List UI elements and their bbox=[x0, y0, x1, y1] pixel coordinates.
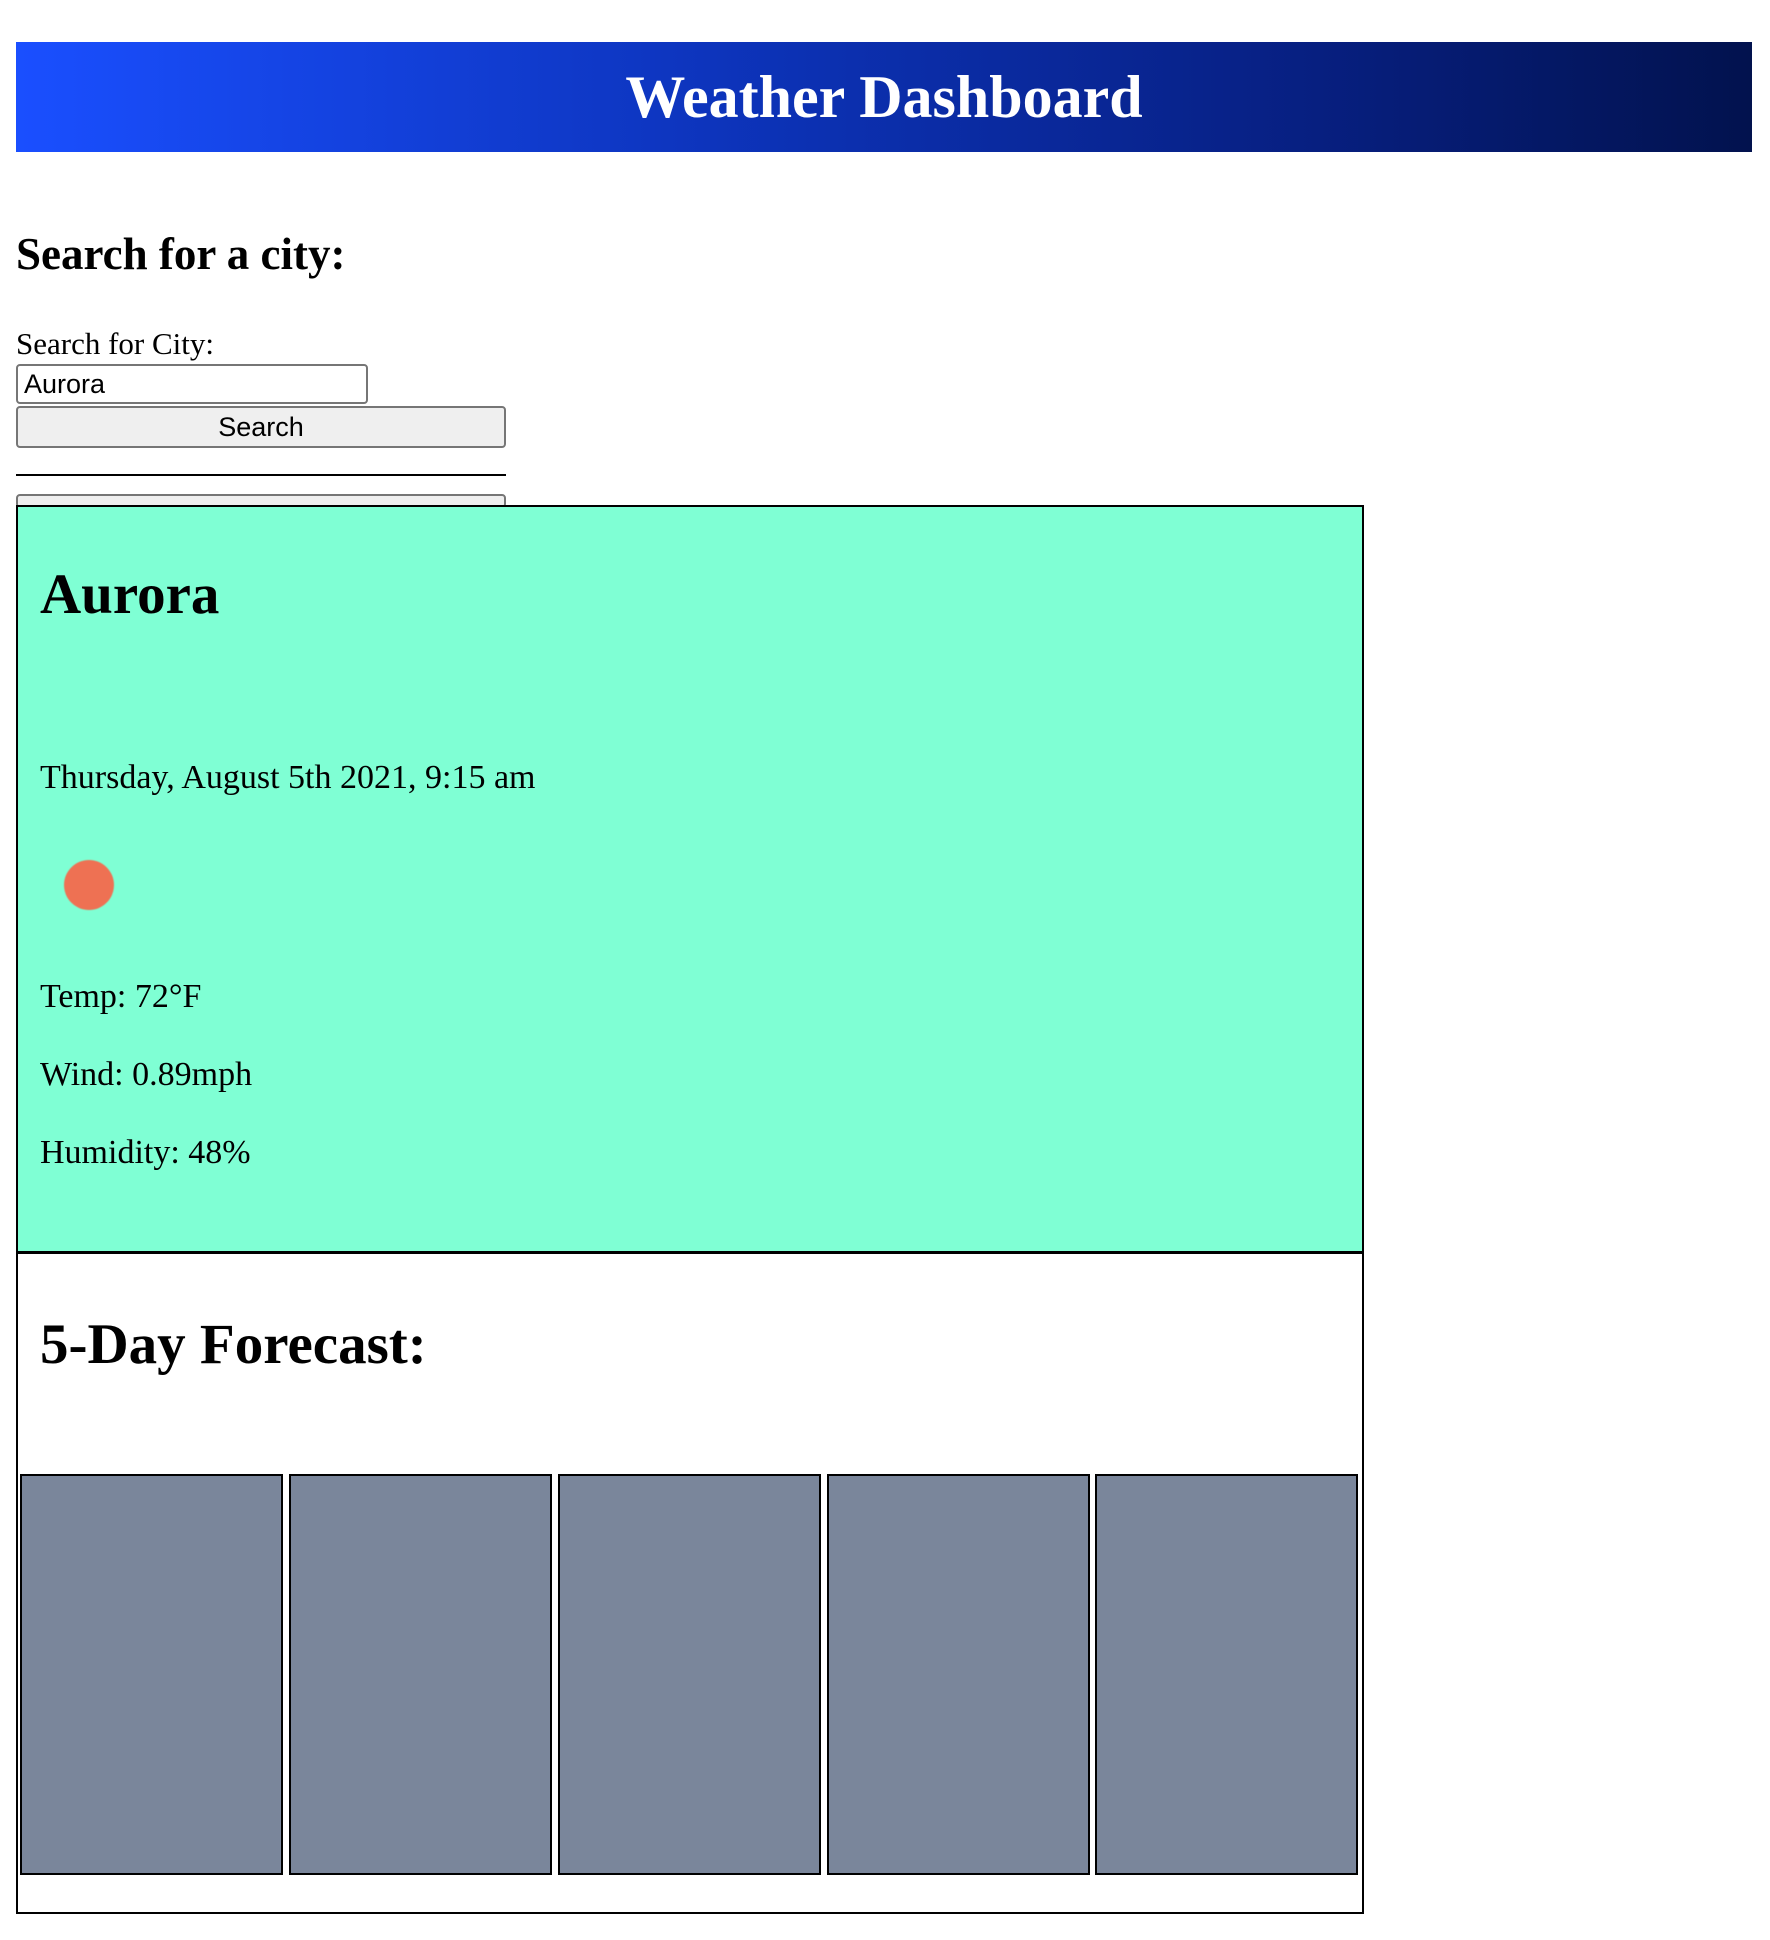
search-button[interactable]: Search bbox=[16, 406, 506, 448]
page-title: Weather Dashboard bbox=[625, 63, 1143, 130]
city-search-input[interactable] bbox=[16, 364, 368, 404]
forecast-card bbox=[827, 1474, 1090, 1875]
city-name: Aurora bbox=[40, 563, 220, 626]
search-label: Search for City: bbox=[16, 326, 215, 361]
page-header: Weather Dashboard bbox=[16, 42, 1752, 152]
current-datetime: Thursday, August 5th 2021, 9:15 am bbox=[40, 759, 536, 796]
current-humidity: Humidity: 48% bbox=[40, 1134, 251, 1171]
forecast-header: 5-Day Forecast: bbox=[16, 1251, 1364, 1437]
forecast-cards-container bbox=[16, 1434, 1364, 1914]
current-temp: Temp: 72°F bbox=[40, 978, 202, 1015]
forecast-title: 5-Day Forecast: bbox=[40, 1313, 427, 1376]
forecast-card bbox=[289, 1474, 552, 1875]
sun-icon bbox=[64, 860, 114, 910]
forecast-card bbox=[558, 1474, 821, 1875]
current-wind: Wind: 0.89mph bbox=[40, 1056, 253, 1093]
current-weather-card: Aurora Thursday, August 5th 2021, 9:15 a… bbox=[16, 505, 1364, 1253]
search-heading: Search for a city: bbox=[16, 229, 346, 279]
search-divider bbox=[16, 474, 506, 476]
forecast-card bbox=[1095, 1474, 1358, 1875]
forecast-card bbox=[20, 1474, 283, 1875]
